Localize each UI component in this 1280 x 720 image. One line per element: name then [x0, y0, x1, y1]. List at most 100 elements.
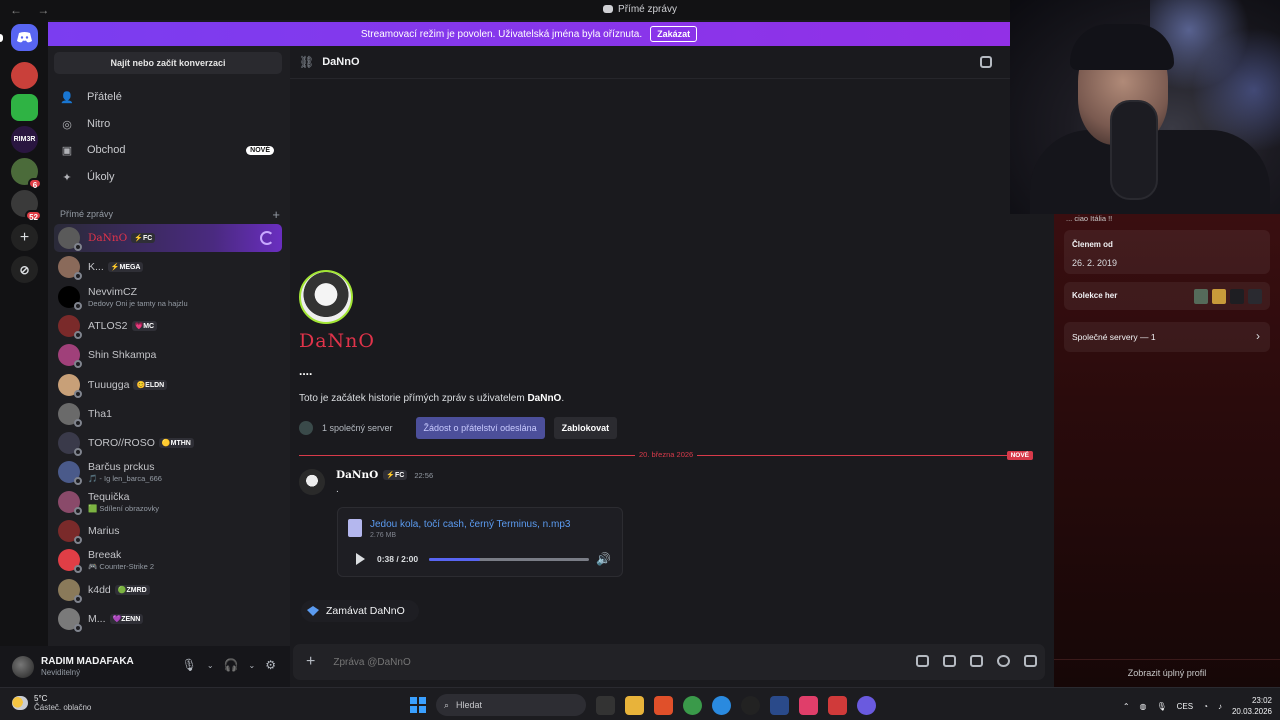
volume-tray-icon[interactable]: ♪	[1218, 702, 1222, 711]
block-button[interactable]: Zablokovat	[553, 417, 618, 439]
dm-text: K... ⚡MEGA	[88, 261, 144, 273]
dm-text: Tha1	[88, 408, 112, 420]
member-since-value: 26. 2. 2019	[1072, 258, 1118, 268]
discover-icon[interactable]: ⊘	[11, 256, 38, 283]
status-indicator	[74, 477, 82, 486]
dm-avatar	[58, 549, 82, 574]
nav-quests[interactable]: ✦ Úkoly	[54, 165, 284, 189]
volume-icon[interactable]: 🔊	[596, 552, 611, 566]
voice-call-icon[interactable]	[980, 56, 992, 68]
microphone-tray-icon[interactable]: 🎙	[1157, 702, 1167, 711]
message-input[interactable]	[333, 656, 894, 668]
create-dm-icon[interactable]: +	[272, 207, 280, 222]
game-collection-card[interactable]: Kolekce her	[1064, 282, 1270, 310]
headphones-icon[interactable]: 🎧	[224, 658, 239, 672]
taskbar-search[interactable]: ⌕ Hledat	[436, 694, 586, 716]
dm-item[interactable]: Tequička 🟩 Sdílení obrazovky	[54, 488, 282, 516]
server-icon-1[interactable]	[11, 62, 38, 89]
edge-icon[interactable]	[712, 695, 731, 715]
user-avatar[interactable]	[12, 655, 34, 678]
app-icon[interactable]	[828, 695, 847, 715]
dm-item[interactable]: Marius	[54, 517, 282, 545]
chevron-down-icon[interactable]: ⌄	[249, 661, 256, 672]
gif-icon[interactable]	[943, 655, 956, 667]
dm-item[interactable]: M... 💜ZENN	[54, 605, 282, 633]
apps-icon[interactable]	[1024, 655, 1037, 667]
dm-activity: 🟩 Sdílení obrazovky	[88, 503, 160, 513]
weather-widget[interactable]: 5°C Částeč. oblačno	[12, 694, 91, 712]
mutual-servers-link[interactable]: 1 společný server	[322, 423, 393, 433]
wifi-icon[interactable]: ◔	[1203, 702, 1208, 711]
message-avatar[interactable]	[299, 469, 325, 495]
server-icon-4[interactable]: 6	[11, 158, 42, 190]
weather-temp: 5°C	[34, 694, 48, 703]
chat-area: ⛓ DaNnO DaNnO .... Toto je začátek histo…	[290, 46, 1054, 687]
microphone-icon[interactable]: 🎙	[182, 658, 197, 672]
disable-streamer-mode-button[interactable]: Zakázat	[650, 26, 698, 42]
game-icon	[1194, 289, 1208, 304]
app-icon[interactable]	[799, 695, 818, 715]
guild-tag: 🟡MTHN	[158, 438, 194, 449]
server-icon-5[interactable]: 52	[11, 190, 42, 222]
play-icon[interactable]	[356, 553, 365, 565]
wave-button[interactable]: Zamávat DaNnO	[301, 600, 419, 622]
direct-messages-button[interactable]	[11, 24, 38, 51]
settings-gear-icon[interactable]: ⚙	[265, 658, 276, 672]
dm-name: Marius	[88, 525, 120, 537]
obs-icon[interactable]	[741, 695, 760, 715]
windows-start-icon[interactable]	[410, 697, 426, 713]
dm-item[interactable]: Breeak 🎮 Counter-Strike 2	[54, 546, 282, 574]
brave-icon[interactable]	[654, 695, 673, 715]
dm-item[interactable]: Shin Shkampa	[54, 341, 282, 369]
friend-request-sent-button[interactable]: Žádost o přátelství odeslána	[415, 417, 545, 439]
mutual-servers-card[interactable]: Společné servery — 1 ›	[1064, 322, 1270, 352]
find-conversation-button[interactable]: Najít nebo začít konverzaci	[54, 52, 282, 74]
windows-taskbar: 5°C Částeč. oblačno ⌕ Hledat ⌃ ◍ 🎙 CES ◔ ♪…	[0, 687, 1280, 720]
emoji-icon[interactable]	[997, 655, 1010, 667]
dm-item[interactable]: Ƭuuugga 😊ELDN	[54, 371, 282, 399]
clock[interactable]: 23:02 20.03.2026	[1232, 695, 1272, 717]
server-icon-2[interactable]	[11, 94, 38, 121]
chevron-up-icon[interactable]: ⌃	[1123, 702, 1130, 711]
add-server-icon[interactable]: +	[11, 224, 38, 251]
message-author[interactable]: DaNnO	[336, 469, 378, 481]
profile-avatar-large[interactable]	[299, 270, 353, 324]
dm-item[interactable]: Barčus prckus 🎵 - Ig len_barca_666	[54, 458, 282, 486]
chevron-down-icon[interactable]: ⌄	[207, 661, 214, 672]
attach-plus-icon[interactable]: +	[306, 653, 315, 671]
app-icon[interactable]	[770, 695, 789, 715]
intro-name: DaNnO	[527, 393, 562, 404]
chrome-icon[interactable]	[683, 695, 702, 715]
server-icon-3[interactable]: RIM3R	[11, 126, 38, 153]
dm-item[interactable]: TORO//ROSO 🟡MTHN	[54, 429, 282, 457]
discord-taskbar-icon[interactable]	[857, 695, 876, 715]
dm-text: NevvimCZ Dedovy Oni je tamty na hajzlu	[88, 286, 188, 308]
dm-text: Marius	[88, 525, 120, 537]
audio-progress-bar[interactable]	[429, 558, 589, 561]
message-text: .	[336, 484, 339, 495]
dm-item[interactable]: DaNnO ⚡FC	[54, 224, 282, 252]
view-full-profile-link[interactable]: Zobrazit úplný profil	[1054, 659, 1280, 678]
mutual-servers-label: Společné servery — 1	[1072, 332, 1156, 342]
dm-item[interactable]: Tha1	[54, 400, 282, 428]
chat-header-name[interactable]: DaNnO	[322, 56, 359, 68]
dm-item[interactable]: K... ⚡MEGA	[54, 253, 282, 281]
streamer-mode-banner: Streamovací režim je povolen. Uživatelsk…	[48, 22, 1010, 46]
dm-text: Shin Shkampa	[88, 349, 156, 361]
dm-text: Breeak 🎮 Counter-Strike 2	[88, 549, 154, 571]
gift-icon[interactable]	[916, 655, 929, 667]
dm-item[interactable]: k4dd 🟢ZMRD	[54, 576, 282, 604]
dm-item[interactable]: ATLOS2 💗MC	[54, 312, 282, 340]
nitro-icon: ◎	[62, 118, 72, 131]
nav-friends[interactable]: 👤 Přátelé	[54, 85, 284, 109]
task-view-icon[interactable]	[596, 695, 615, 715]
network-icon[interactable]: ◍	[1140, 702, 1147, 711]
dm-item[interactable]: NevvimCZ Dedovy Oni je tamty na hajzlu	[54, 283, 282, 311]
nav-shop[interactable]: ▣ Obchod NOVÉ	[54, 138, 284, 162]
sticker-icon[interactable]	[970, 655, 983, 667]
language-indicator[interactable]: CES	[1177, 702, 1193, 711]
dm-text: Tequička 🟩 Sdílení obrazovky	[88, 491, 159, 513]
nav-nitro[interactable]: ◎ Nitro	[54, 112, 284, 136]
file-explorer-icon[interactable]	[625, 695, 644, 715]
audio-file-name[interactable]: Jedou kola, točí cash, černý Terminus, n…	[370, 519, 570, 530]
